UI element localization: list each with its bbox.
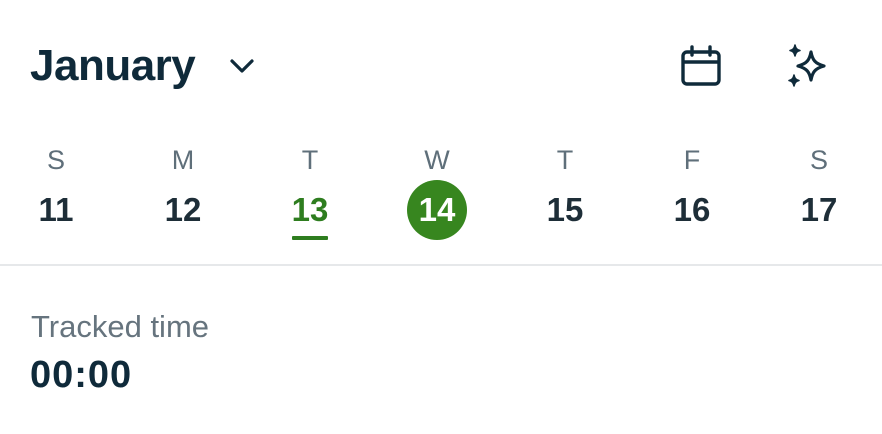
today-indicator: [292, 236, 328, 240]
day-number: 17: [800, 191, 838, 228]
day-number: 11: [38, 191, 74, 228]
weekday-label: T: [556, 145, 574, 175]
day-16[interactable]: F 16: [652, 140, 732, 250]
day-number: 14: [407, 180, 467, 240]
divider: [0, 264, 882, 266]
weekday-label: T: [301, 145, 319, 175]
tracked-time-value: 00:00: [30, 354, 133, 396]
day-12[interactable]: M 12: [143, 140, 223, 250]
day-number: 12: [164, 191, 202, 228]
month-selector-button[interactable]: January: [30, 36, 257, 96]
day-17[interactable]: S 17: [779, 140, 859, 250]
chevron-down-icon: [227, 51, 257, 81]
ai-assistant-button[interactable]: [784, 42, 834, 92]
weekday-label: S: [46, 145, 65, 175]
day-number: 16: [673, 191, 711, 228]
day-number: 13: [291, 191, 329, 228]
day-number: 15: [546, 191, 584, 228]
day-11[interactable]: S 11: [16, 140, 96, 250]
weekday-label: F: [683, 145, 701, 175]
calendar-button[interactable]: [676, 42, 726, 92]
weekday-label: M: [171, 145, 195, 175]
week-strip: S 11 M 12 T 13 W 14 T 15 F 16 S 17: [0, 140, 882, 250]
calendar-header: January: [0, 0, 882, 130]
weekday-label: W: [424, 145, 450, 175]
day-15[interactable]: T 15: [525, 140, 605, 250]
day-14-selected[interactable]: W 14: [397, 140, 477, 250]
day-13-today[interactable]: T 13: [270, 140, 350, 250]
month-title: January: [30, 41, 196, 90]
sparkles-icon: [788, 44, 826, 87]
weekday-label: S: [809, 145, 828, 175]
tracked-time-label: Tracked time: [31, 309, 210, 344]
calendar-icon: [681, 45, 721, 86]
